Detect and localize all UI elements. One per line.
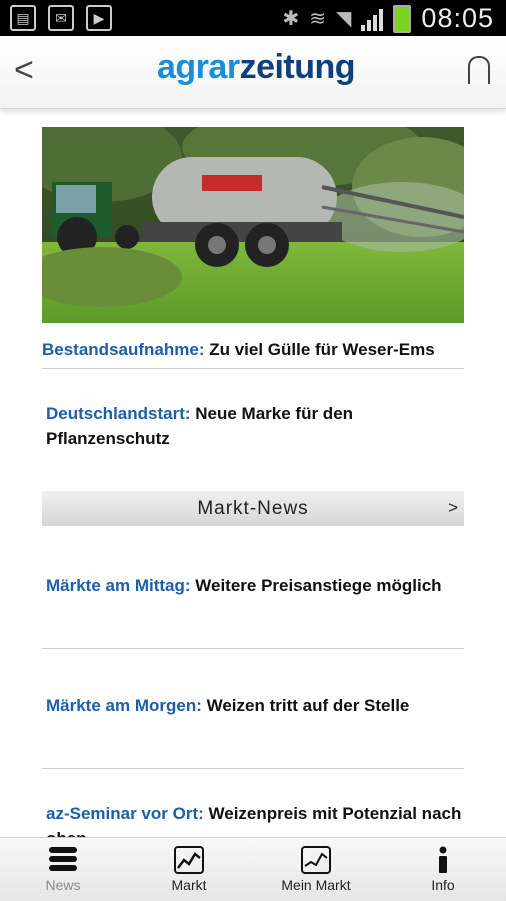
- divider: [42, 368, 464, 369]
- bottom-tab-bar: News Markt Mein Markt Info: [0, 837, 506, 901]
- divider: [42, 768, 464, 769]
- headline-kicker: Märkte am Morgen:: [46, 696, 202, 715]
- article-headline[interactable]: Bestandsaufnahme: Zu viel Gülle für Wese…: [42, 337, 435, 362]
- app-header: < agrarzeitung: [0, 36, 506, 109]
- logo-part-zeitung: zeitung: [239, 48, 356, 86]
- article-image[interactable]: [42, 127, 464, 323]
- status-bar: ▤ ✉ ▶ ✱ ≋ ◥ 08:05: [0, 0, 506, 36]
- notification-icons: ▤ ✉ ▶: [10, 5, 112, 31]
- vibrate-icon: ≋: [309, 8, 327, 30]
- headline-title: Weizen tritt auf der Stelle: [206, 696, 410, 715]
- markt-news-section-bar[interactable]: Markt-News >: [42, 491, 464, 526]
- article-headline[interactable]: Deutschlandstart: Neue Marke für den Pfl…: [46, 401, 456, 451]
- chart-icon: [174, 846, 204, 879]
- tractor-slurry-tanker-photo: [42, 127, 464, 323]
- sd-card-icon: ▤: [10, 5, 36, 31]
- chart-icon: [301, 846, 331, 879]
- wifi-icon: ◥: [336, 8, 352, 30]
- chevron-right-icon: >: [448, 498, 458, 517]
- tab-label: News: [45, 877, 81, 893]
- logo-part-agrar: agrar: [157, 48, 240, 86]
- tab-mein-markt[interactable]: Mein Markt: [253, 838, 379, 901]
- play-store-icon: ▶: [86, 5, 112, 31]
- divider: [42, 648, 464, 649]
- tab-info[interactable]: Info: [380, 838, 506, 901]
- headline-kicker: Bestandsaufnahme:: [42, 340, 205, 359]
- headline-kicker: az-Seminar vor Ort:: [46, 804, 204, 823]
- signal-icon: [361, 7, 384, 31]
- headline-kicker: Märkte am Mittag:: [46, 576, 191, 595]
- tab-label: Mein Markt: [281, 877, 351, 893]
- logo: agrarzeitung: [157, 48, 356, 87]
- bluetooth-icon: ✱: [282, 8, 300, 30]
- tab-markt[interactable]: Markt: [126, 838, 252, 901]
- back-button[interactable]: <: [14, 50, 44, 90]
- headline-title: Weitere Preisanstiege möglich: [195, 576, 442, 595]
- clock: 08:05: [421, 3, 494, 33]
- home-icon[interactable]: [468, 56, 490, 84]
- market-news-item[interactable]: Märkte am Mittag: Weitere Preisanstiege …: [46, 573, 464, 598]
- market-news-item[interactable]: Märkte am Morgen: Weizen tritt auf der S…: [46, 693, 464, 718]
- tab-label: Info: [431, 877, 455, 893]
- battery-icon: [393, 4, 412, 33]
- missed-email-icon: ✉: [48, 5, 74, 31]
- tab-news[interactable]: News: [0, 838, 126, 901]
- headline-title: Zu viel Gülle für Weser-Ems: [209, 340, 435, 359]
- info-icon: [437, 846, 449, 879]
- menu-icon: [49, 846, 77, 877]
- tab-label: Markt: [171, 877, 207, 893]
- system-icons: ✱ ≋ ◥ 08:05: [283, 3, 495, 34]
- section-title: Markt-News: [197, 498, 309, 519]
- headline-kicker: Deutschlandstart:: [46, 404, 191, 423]
